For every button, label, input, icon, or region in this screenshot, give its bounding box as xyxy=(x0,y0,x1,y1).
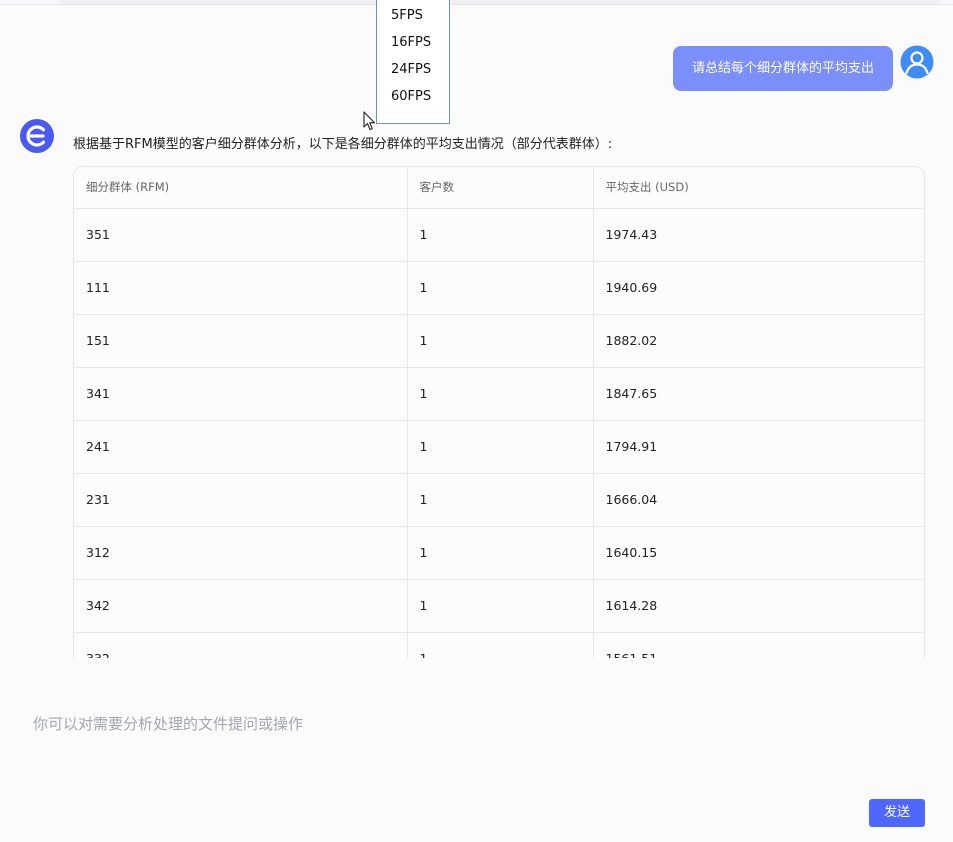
cell-segment: 341 xyxy=(74,367,408,421)
chat-input[interactable]: 你可以对需要分析处理的文件提问或操作 xyxy=(33,713,303,734)
table-row: 332 1 1561.51 xyxy=(74,632,924,658)
cell-count: 1 xyxy=(407,367,594,421)
fps-option-24[interactable]: 24FPS xyxy=(391,62,431,77)
table-row: 351 1 1974.43 xyxy=(74,208,924,262)
cell-segment: 231 xyxy=(74,473,408,527)
fps-dropdown-menu: 5FPS 16FPS 24FPS 60FPS xyxy=(376,0,450,124)
cell-spend: 1882.02 xyxy=(593,314,924,368)
top-border xyxy=(0,0,953,5)
send-button[interactable]: 发送 xyxy=(869,799,925,827)
header-average-spend: 平均支出 (USD) xyxy=(593,167,924,209)
cell-count: 1 xyxy=(407,261,594,315)
cell-segment: 342 xyxy=(74,579,408,633)
mouse-pointer-icon xyxy=(363,111,376,131)
table-row: 241 1 1794.91 xyxy=(74,420,924,474)
table-row: 111 1 1940.69 xyxy=(74,261,924,315)
cell-segment: 332 xyxy=(74,632,408,658)
cell-count: 1 xyxy=(407,579,594,633)
table-row: 341 1 1847.65 xyxy=(74,367,924,421)
assistant-intro-text: 根据基于RFM模型的客户细分群体分析，以下是各细分群体的平均支出情况（部分代表群… xyxy=(73,137,613,152)
cell-count: 1 xyxy=(407,208,594,262)
cell-spend: 1614.28 xyxy=(593,579,924,633)
bot-logo-icon xyxy=(20,119,54,153)
user-avatar-icon xyxy=(900,45,934,79)
cell-segment: 111 xyxy=(74,261,408,315)
header-segment: 细分群体 (RFM) xyxy=(74,167,408,209)
cell-segment: 151 xyxy=(74,314,408,368)
table-row: 231 1 1666.04 xyxy=(74,473,924,527)
cell-segment: 312 xyxy=(74,526,408,580)
table-row: 151 1 1882.02 xyxy=(74,314,924,368)
cell-spend: 1561.51 xyxy=(593,632,924,658)
user-message-bubble: 请总结每个细分群体的平均支出 xyxy=(673,46,893,91)
cell-count: 1 xyxy=(407,420,594,474)
cell-segment: 241 xyxy=(74,420,408,474)
cell-spend: 1974.43 xyxy=(593,208,924,262)
fps-option-16[interactable]: 16FPS xyxy=(391,35,431,50)
cell-spend: 1940.69 xyxy=(593,261,924,315)
cell-spend: 1666.04 xyxy=(593,473,924,527)
cell-count: 1 xyxy=(407,632,594,658)
cell-count: 1 xyxy=(407,526,594,580)
cell-spend: 1640.15 xyxy=(593,526,924,580)
cell-count: 1 xyxy=(407,314,594,368)
spending-table: 细分群体 (RFM) 客户数 平均支出 (USD) 351 1 1974.43 … xyxy=(74,167,924,658)
spending-table-container[interactable]: 细分群体 (RFM) 客户数 平均支出 (USD) 351 1 1974.43 … xyxy=(73,166,925,658)
cell-count: 1 xyxy=(407,473,594,527)
cell-spend: 1847.65 xyxy=(593,367,924,421)
table-row: 342 1 1614.28 xyxy=(74,579,924,633)
top-border-right xyxy=(939,0,953,4)
fps-option-5[interactable]: 5FPS xyxy=(391,8,423,23)
table-row: 312 1 1640.15 xyxy=(74,526,924,580)
cell-spend: 1794.91 xyxy=(593,420,924,474)
header-customer-count: 客户数 xyxy=(407,167,594,209)
fps-option-60[interactable]: 60FPS xyxy=(391,89,431,104)
top-border-left xyxy=(0,0,60,4)
cell-segment: 351 xyxy=(74,208,408,262)
table-header-row: 细分群体 (RFM) 客户数 平均支出 (USD) xyxy=(74,167,924,209)
